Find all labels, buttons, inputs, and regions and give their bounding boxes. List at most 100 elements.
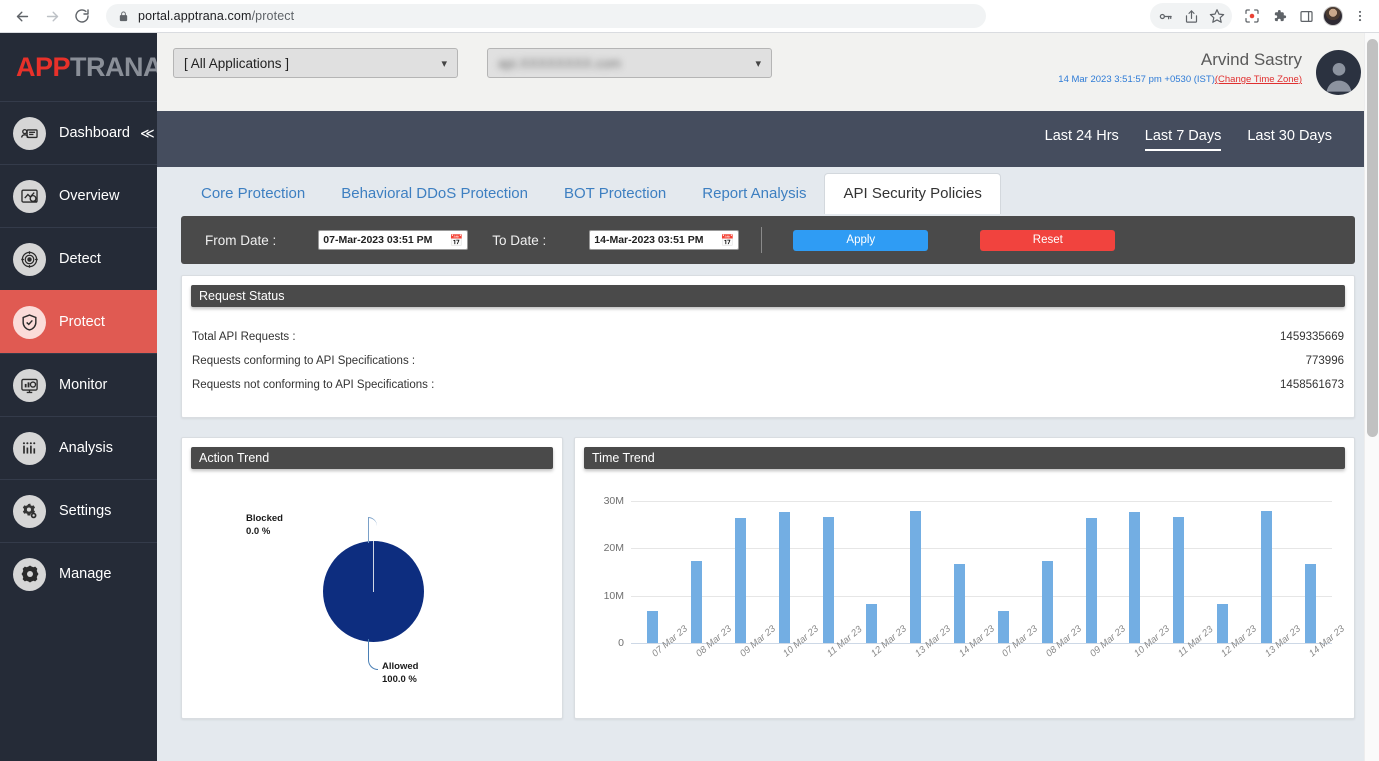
from-date-label: From Date :: [205, 232, 277, 248]
domain-selector[interactable]: api.XXXXXXXX.com ▾: [487, 48, 772, 78]
bar-slot: [719, 491, 763, 643]
sidebar-item-detect[interactable]: Detect: [0, 227, 157, 290]
profile-avatar-image: [1323, 6, 1343, 26]
share-icon[interactable]: [1178, 3, 1204, 29]
bar[interactable]: [647, 610, 659, 643]
overview-icon: [13, 179, 46, 213]
bar[interactable]: [910, 510, 922, 643]
sidebar-item-overview[interactable]: Overview: [0, 164, 157, 227]
chevron-down-icon: ▾: [755, 57, 761, 70]
status-row-value: 773996: [1305, 355, 1344, 367]
x-axis-tick: 11 Mar 23: [806, 624, 864, 703]
profile-avatar-icon[interactable]: [1320, 3, 1346, 29]
bar[interactable]: [1041, 561, 1053, 643]
main-content: [ All Applications ] ▾ api.XXXXXXXX.com …: [157, 33, 1379, 761]
manage-gear-icon: [13, 557, 46, 591]
bar[interactable]: [735, 518, 747, 643]
bar[interactable]: [1085, 518, 1097, 643]
status-row-label: Requests not conforming to API Specifica…: [192, 379, 435, 391]
settings-gears-icon: [13, 494, 46, 528]
sidebar-item-manage[interactable]: Manage: [0, 542, 157, 605]
bar[interactable]: [1216, 603, 1228, 643]
charts-row: Action Trend Blocked 0.0 % Allowed 100.0…: [181, 437, 1355, 719]
from-date-value: 07-Mar-2023 03:51 PM: [323, 234, 433, 246]
user-avatar-icon[interactable]: [1316, 50, 1361, 95]
password-key-icon[interactable]: [1152, 3, 1178, 29]
detect-target-icon: [13, 242, 46, 276]
protect-shield-icon: [13, 305, 46, 339]
user-info: Arvind Sastry 14 Mar 2023 3:51:57 pm +05…: [1058, 50, 1302, 85]
tab-core-protection[interactable]: Core Protection: [183, 186, 323, 213]
bar[interactable]: [954, 563, 966, 643]
x-axis-tick: 13 Mar 23: [1244, 624, 1303, 703]
sidebar-item-monitor[interactable]: Monitor: [0, 353, 157, 416]
tab-bot-protection[interactable]: BOT Protection: [546, 186, 684, 213]
bar[interactable]: [1260, 510, 1272, 643]
bar[interactable]: [1304, 563, 1316, 643]
x-axis-tick: 09 Mar 23: [1069, 624, 1128, 703]
calendar-icon[interactable]: 📅: [450, 234, 464, 247]
bookmark-star-icon[interactable]: [1204, 3, 1230, 29]
sidebar-item-settings[interactable]: Settings: [0, 479, 157, 542]
x-axis-tick: 10 Mar 23: [762, 624, 821, 703]
x-axis-tick: 09 Mar 23: [719, 624, 778, 703]
bar-slot: [1113, 491, 1157, 643]
screenshot-capture-icon[interactable]: [1239, 3, 1265, 29]
period-last-24-hrs[interactable]: Last 24 Hrs: [1045, 128, 1119, 151]
to-date-input[interactable]: 14-Mar-2023 03:51 PM 📅: [589, 230, 740, 250]
time-trend-bar-chart: 30M 20M 10M 0 07 Mar 23 08 Mar 23 09 Mar 23 10…: [575, 469, 1354, 709]
y-axis-tick-label: 30M: [603, 494, 624, 507]
sidebar-item-analysis[interactable]: Analysis: [0, 416, 157, 479]
x-axis-tick: 14 Mar 23: [938, 624, 997, 703]
to-date-value: 14-Mar-2023 03:51 PM: [594, 234, 704, 246]
bar-slot: [938, 491, 982, 643]
page-scrollbar-track[interactable]: [1364, 33, 1379, 761]
bar-series: [631, 491, 1332, 643]
from-date-input[interactable]: 07-Mar-2023 03:51 PM 📅: [318, 230, 469, 250]
pie-slice-blocked[interactable]: [373, 541, 374, 592]
status-row: Total API Requests : 1459335669: [192, 325, 1344, 349]
period-last-7-days[interactable]: Last 7 Days: [1144, 128, 1222, 151]
change-timezone-link[interactable]: (Change Time Zone): [1215, 74, 1302, 85]
bar-slot: [894, 491, 938, 643]
tab-api-security-policies[interactable]: API Security Policies: [824, 173, 1001, 214]
period-last-30-days[interactable]: Last 30 Days: [1247, 128, 1332, 151]
application-selector[interactable]: [ All Applications ] ▾: [173, 48, 458, 78]
forward-arrow-icon[interactable]: [38, 2, 66, 30]
y-axis-tick-label: 10M: [603, 589, 624, 602]
bar[interactable]: [1173, 517, 1185, 643]
bar[interactable]: [822, 517, 834, 643]
bar[interactable]: [866, 603, 878, 643]
sidebar-item-label: Dashboard: [59, 125, 130, 141]
sidebar-item-label: Analysis: [59, 440, 113, 456]
back-arrow-icon[interactable]: [8, 2, 36, 30]
extensions-puzzle-icon[interactable]: [1266, 3, 1292, 29]
calendar-icon[interactable]: 📅: [721, 234, 735, 247]
pie-label-allowed-name: Allowed: [382, 661, 419, 672]
apptrana-logo: APP TRANA: [0, 33, 163, 101]
date-filter-bar: From Date : 07-Mar-2023 03:51 PM 📅 To Da…: [181, 216, 1355, 264]
page-scrollbar-thumb[interactable]: [1367, 39, 1378, 437]
sidebar-item-dashboard[interactable]: Dashboard ≪: [0, 101, 157, 164]
x-axis-tick: 08 Mar 23: [675, 624, 734, 703]
bar[interactable]: [997, 610, 1009, 643]
sidebar-item-protect[interactable]: Protect: [0, 290, 157, 353]
bar[interactable]: [778, 512, 790, 643]
chevron-down-icon: ▾: [441, 57, 447, 70]
sidebar-item-label: Protect: [59, 314, 105, 330]
x-axis-tick: 10 Mar 23: [1113, 624, 1172, 703]
status-row: Requests not conforming to API Specifica…: [192, 373, 1344, 397]
kebab-menu-icon[interactable]: [1347, 3, 1373, 29]
bar-slot: [1157, 491, 1201, 643]
reload-icon[interactable]: [68, 2, 96, 30]
side-panel-icon[interactable]: [1293, 3, 1319, 29]
address-bar[interactable]: portal.apptrana.com/protect: [106, 4, 986, 28]
bar[interactable]: [691, 561, 703, 643]
tab-behavioral-ddos-protection[interactable]: Behavioral DDoS Protection: [323, 186, 546, 213]
collapse-sidebar-icon[interactable]: ≪: [140, 125, 155, 142]
tab-report-analysis[interactable]: Report Analysis: [684, 186, 824, 213]
apply-button[interactable]: Apply: [793, 229, 929, 251]
tab-bar: Core Protection Behavioral DDoS Protecti…: [157, 167, 1379, 214]
bar[interactable]: [1129, 512, 1141, 643]
reset-button[interactable]: Reset: [980, 229, 1116, 251]
